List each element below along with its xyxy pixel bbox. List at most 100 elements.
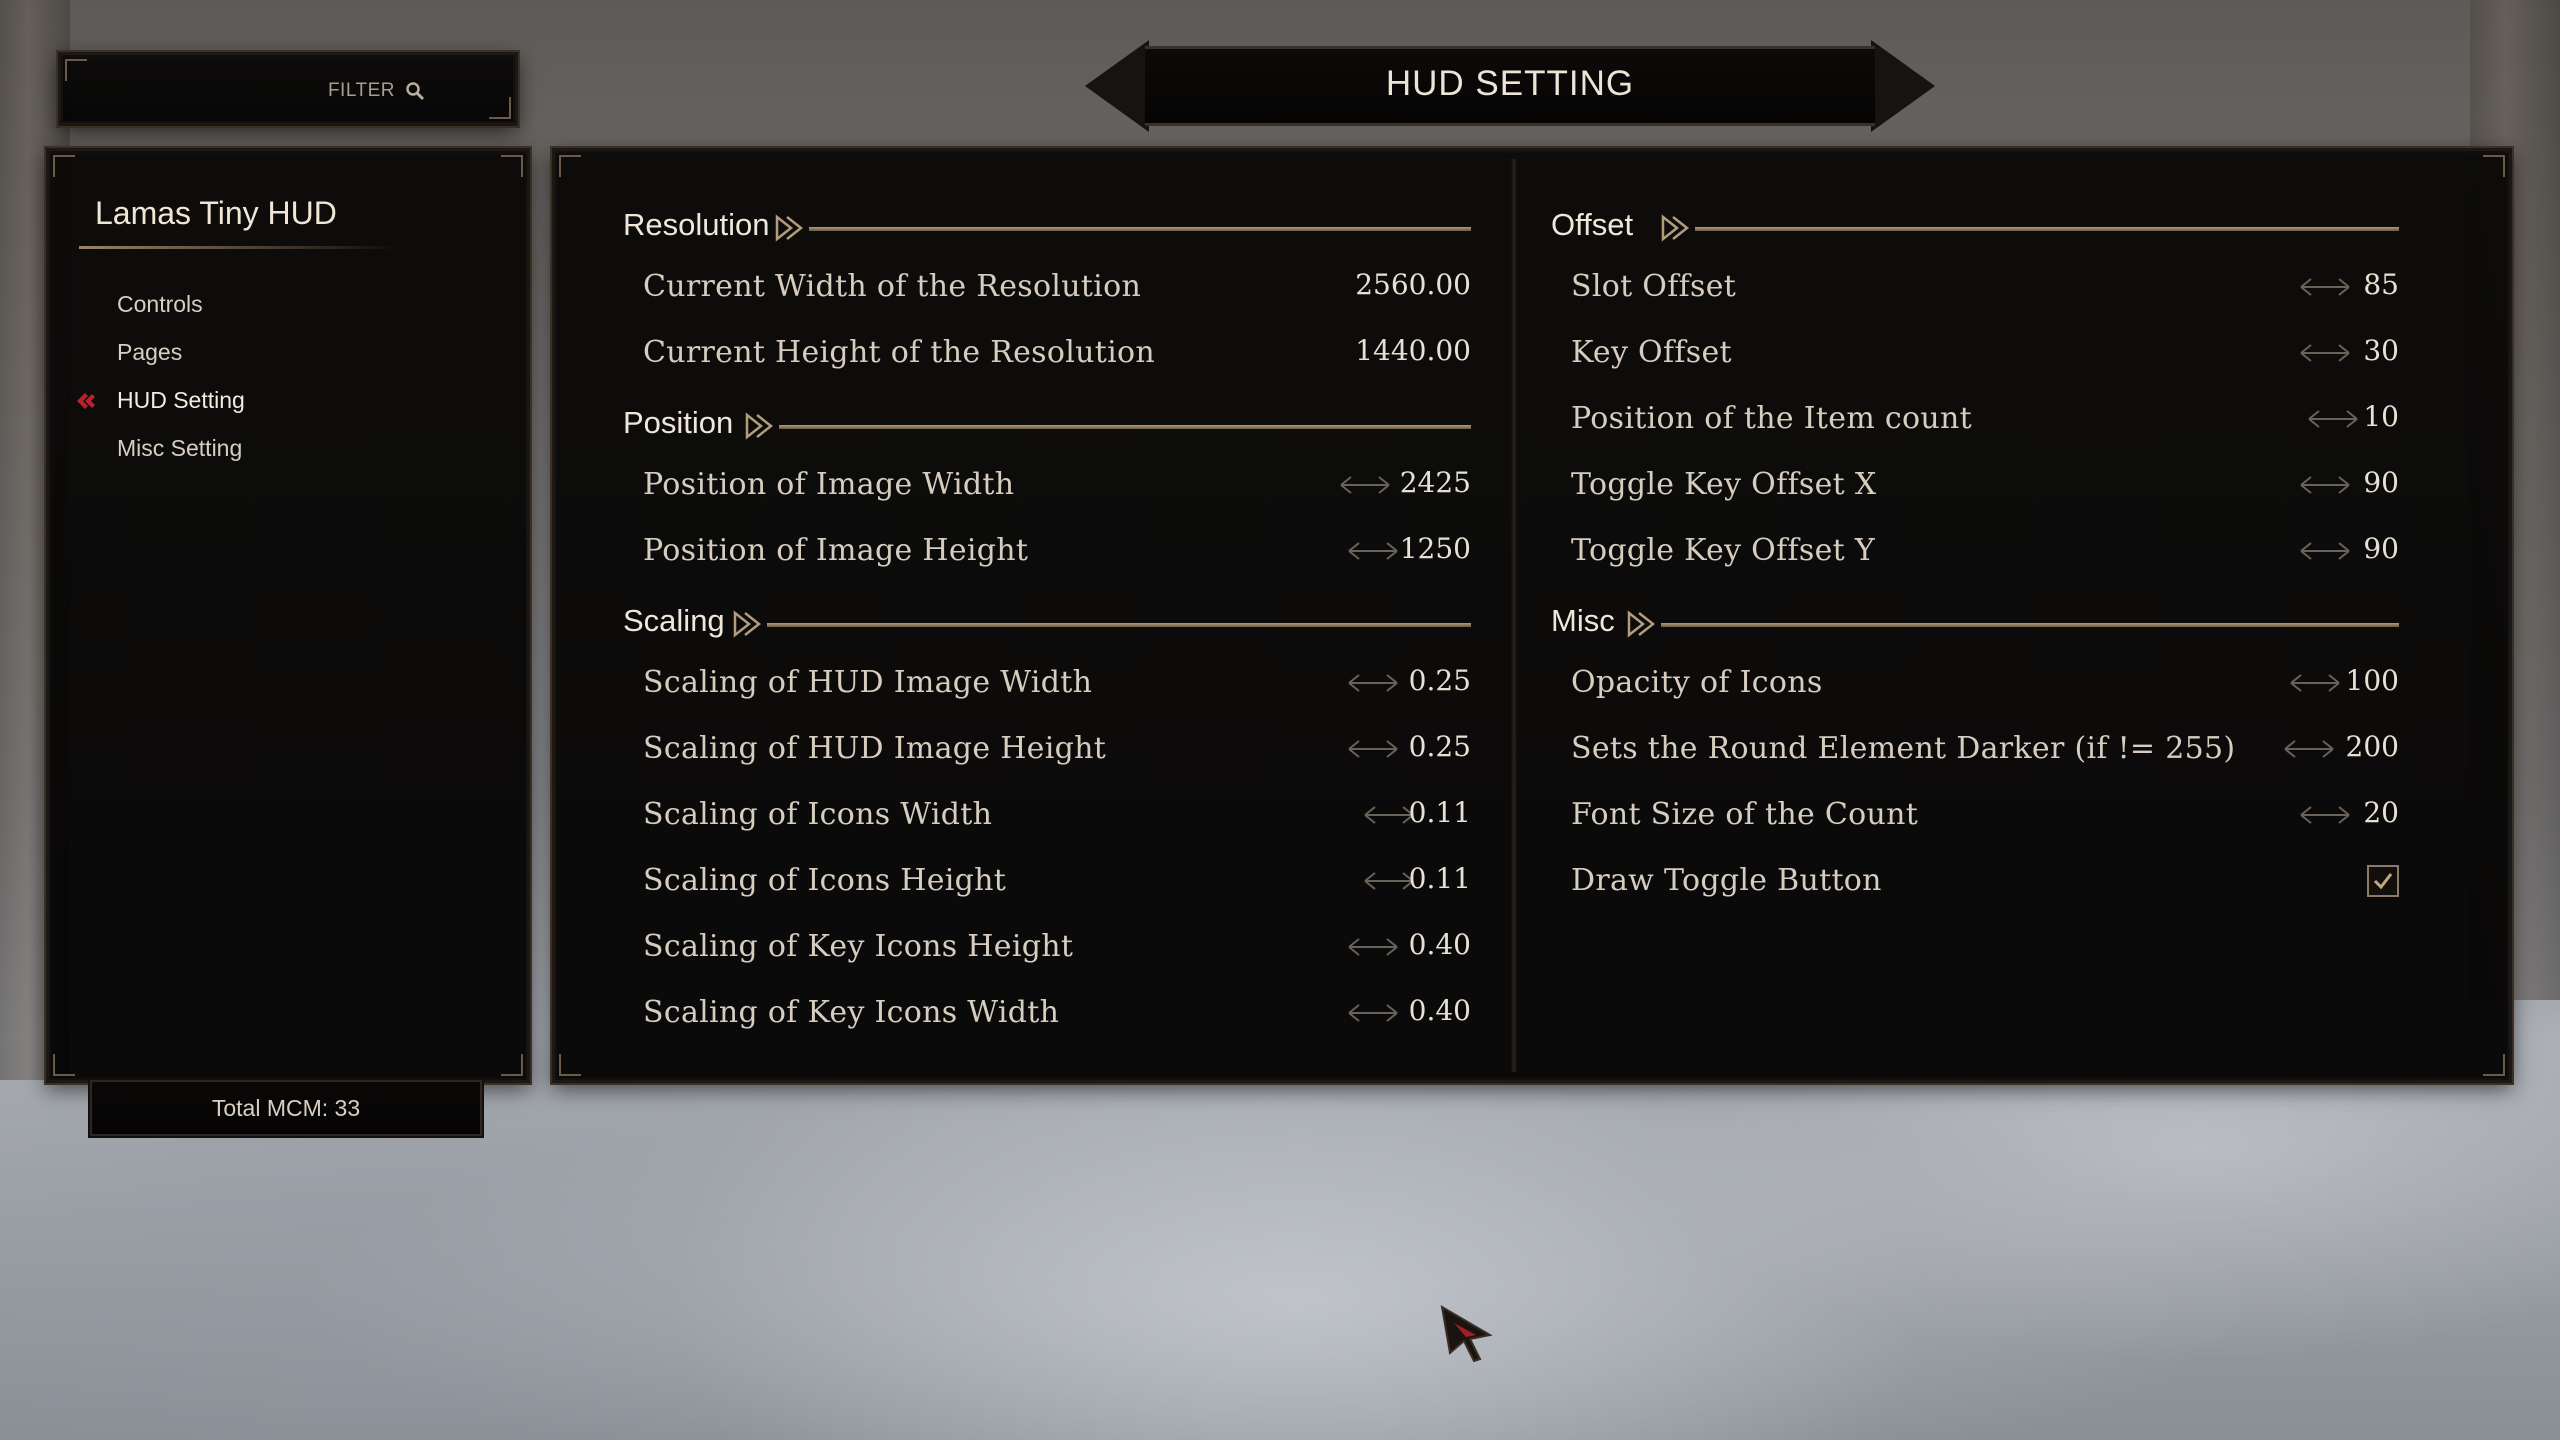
setting-label: Sets the Round Element Darker (if != 255… (1571, 731, 2236, 766)
setting-row-key-icons-width[interactable]: Scaling of Key Icons Width 0.40 (643, 983, 1471, 1043)
setting-label: Toggle Key Offset X (1571, 467, 1877, 502)
ornament-icon (1627, 610, 1656, 638)
setting-row-resolution-width[interactable]: Current Width of the Resolution 2560.00 (643, 257, 1471, 317)
setting-value: 30 (2363, 334, 2399, 367)
setting-value: 0.25 (1408, 664, 1471, 697)
setting-row-slot-offset[interactable]: Slot Offset 85 (1571, 257, 2399, 317)
sidebar-nav: Controls Pages HUD Setting Misc Setting (77, 289, 245, 481)
slider-arrows-icon[interactable] (2283, 738, 2335, 760)
setting-value: 90 (2363, 466, 2399, 499)
section-title: Scaling (623, 603, 725, 638)
slider-arrows-icon[interactable] (2299, 474, 2351, 496)
sidebar-item-pages[interactable]: Pages (117, 337, 245, 385)
ornament-icon (1661, 214, 1690, 242)
slider-arrows-icon[interactable] (2299, 540, 2351, 562)
section-title: Position (623, 405, 734, 440)
setting-label: Toggle Key Offset Y (1571, 533, 1875, 568)
slider-arrows-icon[interactable] (2289, 672, 2341, 694)
corner-ornament (501, 155, 523, 177)
setting-label: Position of Image Height (643, 533, 1029, 568)
setting-label: Scaling of HUD Image Width (643, 665, 1093, 700)
slider-arrows-icon[interactable] (1347, 1002, 1399, 1024)
section-header-resolution: Resolution (623, 203, 1471, 253)
setting-row-item-count-position[interactable]: Position of the Item count 10 (1571, 389, 2399, 449)
corner-ornament (489, 97, 511, 119)
setting-value: 0.40 (1408, 994, 1471, 1027)
corner-ornament (2483, 1054, 2505, 1076)
section-divider (767, 623, 1471, 627)
filter-box[interactable]: FILTER (58, 52, 518, 126)
draw-toggle-checkbox[interactable] (2367, 865, 2399, 897)
setting-row-hud-image-height[interactable]: Scaling of HUD Image Height 0.25 (643, 719, 1471, 779)
background-snow (0, 1085, 2560, 1440)
section-divider (1695, 227, 2399, 231)
selected-marker-icon (77, 393, 95, 409)
slider-arrows-icon[interactable] (1363, 804, 1415, 826)
setting-row-round-element-darker[interactable]: Sets the Round Element Darker (if != 255… (1571, 719, 2399, 779)
slider-arrows-icon[interactable] (1363, 870, 1415, 892)
setting-label: Scaling of Icons Height (643, 863, 1007, 898)
slider-arrows-icon[interactable] (1347, 936, 1399, 958)
ornament-icon (775, 214, 804, 242)
setting-row-key-offset[interactable]: Key Offset 30 (1571, 323, 2399, 383)
setting-row-opacity-icons[interactable]: Opacity of Icons 100 (1571, 653, 2399, 713)
corner-ornament (53, 155, 75, 177)
setting-row-hud-image-width[interactable]: Scaling of HUD Image Width 0.25 (643, 653, 1471, 713)
section-header-scaling: Scaling (623, 599, 1471, 649)
setting-row-draw-toggle-button[interactable]: Draw Toggle Button (1571, 851, 2399, 911)
setting-row-icons-width[interactable]: Scaling of Icons Width 0.11 (643, 785, 1471, 845)
setting-row-toggle-key-offset-x[interactable]: Toggle Key Offset X 90 (1571, 455, 2399, 515)
setting-label: Position of Image Width (643, 467, 1015, 502)
sidebar-item-misc-setting[interactable]: Misc Setting (117, 433, 245, 481)
setting-row-resolution-height[interactable]: Current Height of the Resolution 1440.00 (643, 323, 1471, 383)
setting-label: Current Height of the Resolution (643, 335, 1155, 370)
setting-label: Position of the Item count (1571, 401, 1972, 436)
setting-value: 10 (2363, 400, 2399, 433)
setting-row-toggle-key-offset-y[interactable]: Toggle Key Offset Y 90 (1571, 521, 2399, 581)
setting-label: Scaling of Key Icons Height (643, 929, 1074, 964)
slider-arrows-icon[interactable] (2299, 804, 2351, 826)
setting-value: 0.11 (1408, 862, 1471, 895)
sidebar-item-controls[interactable]: Controls (117, 289, 245, 337)
setting-row-image-height[interactable]: Position of Image Height 1250 (643, 521, 1471, 581)
section-header-misc: Misc (1551, 599, 2399, 649)
setting-value: 2560.00 (1355, 268, 1471, 301)
corner-ornament (53, 1054, 75, 1076)
setting-label: Scaling of Icons Width (643, 797, 993, 832)
section-title: Offset (1551, 207, 1634, 242)
section-title: Misc (1551, 603, 1615, 638)
settings-panel: Resolution Current Width of the Resoluti… (552, 148, 2512, 1083)
setting-row-font-size-count[interactable]: Font Size of the Count 20 (1571, 785, 2399, 845)
mod-sidebar: Lamas Tiny HUD Controls Pages HUD Settin… (46, 148, 530, 1083)
setting-row-key-icons-height[interactable]: Scaling of Key Icons Height 0.40 (643, 917, 1471, 977)
column-divider (1511, 159, 1517, 1072)
section-divider (1661, 623, 2399, 627)
setting-row-image-width[interactable]: Position of Image Width 2425 (643, 455, 1471, 515)
total-mcm-count: Total MCM: 33 (211, 1095, 361, 1121)
corner-ornament (65, 59, 87, 81)
sidebar-item-label: Pages (117, 339, 183, 365)
section-header-position: Position (623, 401, 1471, 451)
corner-ornament (559, 1054, 581, 1076)
setting-value: 2425 (1399, 466, 1471, 499)
slider-arrows-icon[interactable] (2299, 276, 2351, 298)
corner-ornament (559, 155, 581, 177)
setting-value: 0.25 (1408, 730, 1471, 763)
header-banner: HUD SETTING (1085, 40, 1935, 132)
setting-value: 100 (2345, 664, 2399, 697)
sidebar-item-hud-setting[interactable]: HUD Setting (77, 385, 245, 433)
slider-arrows-icon[interactable] (1339, 474, 1391, 496)
slider-arrows-icon[interactable] (1347, 738, 1399, 760)
slider-arrows-icon[interactable] (2299, 342, 2351, 364)
section-divider (779, 425, 1471, 429)
setting-label: Scaling of Key Icons Width (643, 995, 1060, 1030)
setting-value: 0.11 (1408, 796, 1471, 829)
slider-arrows-icon[interactable] (1347, 540, 1399, 562)
mod-title: Lamas Tiny HUD (95, 195, 337, 231)
mouse-cursor-icon (1440, 1305, 1493, 1363)
setting-label: Font Size of the Count (1571, 797, 1919, 832)
setting-row-icons-height[interactable]: Scaling of Icons Height 0.11 (643, 851, 1471, 911)
search-icon[interactable] (405, 81, 425, 101)
slider-arrows-icon[interactable] (2307, 408, 2359, 430)
slider-arrows-icon[interactable] (1347, 672, 1399, 694)
